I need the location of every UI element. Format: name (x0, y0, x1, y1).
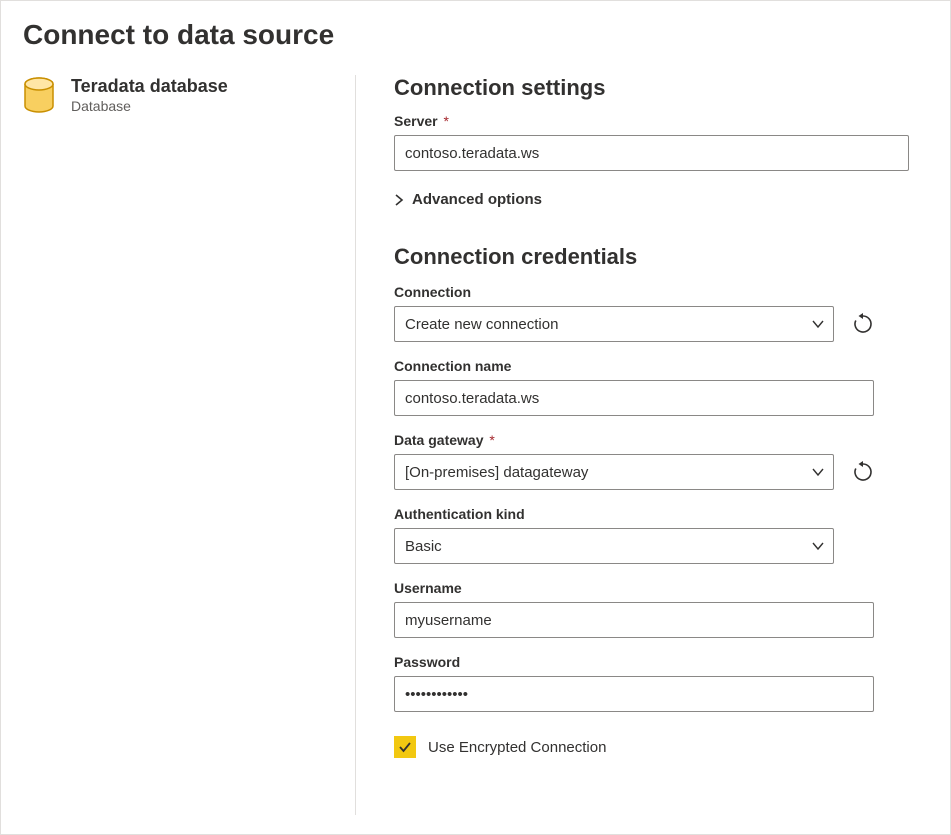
refresh-icon (852, 313, 874, 335)
auth-kind-select[interactable]: Basic (394, 528, 834, 564)
connect-data-source-panel: Connect to data source Teradata database… (0, 0, 951, 835)
data-gateway-label-text: Data gateway (394, 432, 483, 448)
connection-name-label: Connection name (394, 358, 910, 374)
connection-select-value: Create new connection (405, 316, 558, 333)
data-gateway-select[interactable]: [On-premises] datagateway (394, 454, 834, 490)
required-marker: * (489, 432, 494, 448)
body-area: Teradata database Database Connection se… (1, 75, 950, 815)
refresh-connection-button[interactable] (848, 309, 878, 339)
source-text: Teradata database Database (71, 75, 228, 115)
chevron-down-icon (811, 465, 825, 479)
username-input[interactable] (394, 602, 874, 638)
password-input[interactable] (394, 676, 874, 712)
form-area: Connection settings Server * Advanced op… (356, 75, 950, 815)
chevron-down-icon (811, 317, 825, 331)
connection-label: Connection (394, 284, 910, 300)
checkmark-icon (398, 740, 412, 754)
chevron-down-icon (811, 539, 825, 553)
source-item-teradata[interactable]: Teradata database Database (23, 75, 333, 117)
password-label: Password (394, 654, 910, 670)
connection-settings-heading: Connection settings (394, 75, 910, 101)
advanced-options-toggle[interactable]: Advanced options (394, 191, 910, 208)
server-label-text: Server (394, 113, 438, 129)
auth-kind-label: Authentication kind (394, 506, 910, 522)
auth-kind-select-value: Basic (405, 538, 442, 555)
server-label: Server * (394, 113, 910, 129)
source-name: Teradata database (71, 75, 228, 98)
refresh-gateway-button[interactable] (848, 457, 878, 487)
advanced-options-label: Advanced options (412, 191, 542, 208)
source-category: Database (71, 98, 228, 116)
required-marker: * (443, 113, 448, 129)
data-gateway-label: Data gateway * (394, 432, 910, 448)
page-title: Connect to data source (23, 19, 950, 51)
encrypted-checkbox-label: Use Encrypted Connection (428, 739, 606, 756)
connection-credentials-heading: Connection credentials (394, 244, 910, 270)
source-list: Teradata database Database (1, 75, 356, 815)
username-label: Username (394, 580, 910, 596)
connection-name-input[interactable] (394, 380, 874, 416)
refresh-icon (852, 461, 874, 483)
chevron-right-icon (394, 194, 404, 206)
server-input[interactable] (394, 135, 909, 171)
data-gateway-select-value: [On-premises] datagateway (405, 464, 588, 481)
encrypted-checkbox[interactable] (394, 736, 416, 758)
encrypted-checkbox-row: Use Encrypted Connection (394, 736, 910, 758)
connection-select[interactable]: Create new connection (394, 306, 834, 342)
database-icon (23, 77, 55, 117)
